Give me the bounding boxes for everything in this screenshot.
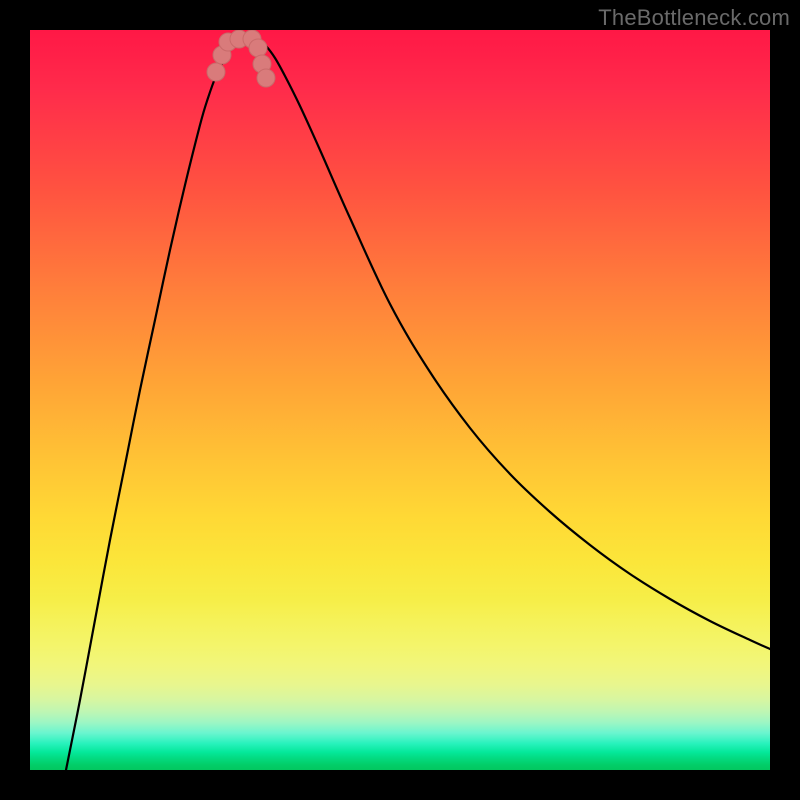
curve-layer	[30, 30, 770, 770]
bottleneck-curve	[66, 36, 770, 770]
optimal-marker	[207, 63, 225, 81]
watermark-text: TheBottleneck.com	[598, 5, 790, 31]
plot-area	[30, 30, 770, 770]
optimal-marker	[257, 69, 275, 87]
outer-frame: TheBottleneck.com	[0, 0, 800, 800]
optimal-markers	[207, 30, 275, 87]
optimal-marker	[249, 39, 267, 57]
